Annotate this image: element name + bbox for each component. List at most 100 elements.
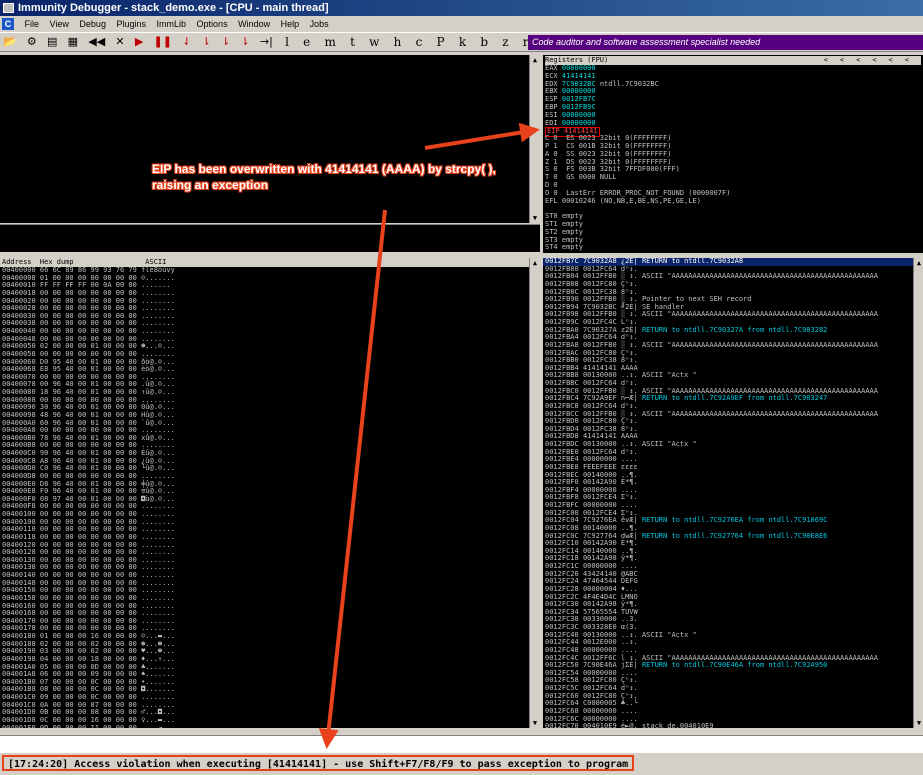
stack-cmt: stack_de.004010E9 <box>641 722 714 728</box>
stack-cmt: RETURN to ntdll.7C90E46A from ntdll.7C92… <box>641 661 828 670</box>
menu-file[interactable]: File <box>21 16 44 32</box>
menu-window[interactable]: Window <box>234 16 274 32</box>
stack-cmt: ASCII "Actx " <box>641 440 697 448</box>
toolbar-m[interactable]: m <box>319 33 340 51</box>
registers-header: Registers (FPU) <<<<<< <box>545 56 921 65</box>
menu-help[interactable]: Help <box>277 16 304 32</box>
step-into-icon[interactable]: ⇃ <box>179 33 194 51</box>
menu-bar: C File View Debug Plugins ImmLib Options… <box>0 16 923 32</box>
stack-scroll-up-icon[interactable]: ▲ <box>914 258 923 268</box>
execute-till-return-icon[interactable]: →| <box>257 33 276 51</box>
register-name: EBP <box>545 102 558 111</box>
stack-rows: 0012FB7C 7C9032A8 ¿2É| RETURN to ntdll.7… <box>543 258 923 728</box>
ad-banner[interactable]: Code auditor and software assessment spe… <box>528 35 923 50</box>
disassembly-pane[interactable] <box>0 55 540 223</box>
register-value[interactable]: 00000000 <box>562 64 596 72</box>
disassembly-scrollbar[interactable]: ▲ ▼ <box>529 55 540 223</box>
register-value[interactable]: 00000000 <box>562 119 596 127</box>
flag-row[interactable]: ST4 empty <box>545 244 921 252</box>
menu-jobs[interactable]: Jobs <box>306 16 333 32</box>
toolbar-t[interactable]: t <box>345 33 360 51</box>
toolbar-w[interactable]: w <box>364 33 384 51</box>
flag-row[interactable]: ST0 empty <box>545 212 921 221</box>
scroll-up-icon[interactable]: ▲ <box>530 55 540 65</box>
flag-row[interactable]: ST3 empty <box>545 236 921 245</box>
trace-over-icon[interactable]: ⇂ <box>238 33 253 51</box>
run-icon[interactable]: ▶ <box>132 33 146 51</box>
flag-row[interactable] <box>545 205 921 213</box>
close-process-icon[interactable]: ✕ <box>112 33 127 51</box>
register-row[interactable]: EDX 7C9032BC ntdll.7C9032BC <box>545 79 921 89</box>
toolbar-p[interactable]: P <box>432 33 450 51</box>
status-bar: [17:24:20] Access violation when executi… <box>0 753 923 775</box>
dump-row[interactable]: 004001E0 0D 00 00 00 11 00 00 00 ....◄..… <box>0 724 540 728</box>
registers-pane[interactable]: Registers (FPU) <<<<<< EAX 00000000 ECX 4… <box>543 55 923 253</box>
scroll-down-icon[interactable]: ▼ <box>530 213 540 223</box>
register-row[interactable]: EAX 00000000 <box>545 64 921 73</box>
register-row[interactable]: EDI 00000000 <box>545 119 921 128</box>
flag-row[interactable]: T 0 GS 0000 NULL <box>545 173 921 182</box>
stack-cmt: ASCII "AAAAAAAAAAAAAAAAAAAAAAAAAAAAAAAAA… <box>641 340 878 349</box>
stack-asc: é►@. <box>620 722 638 728</box>
pause-icon[interactable]: ❚❚ <box>151 33 175 51</box>
flag-row[interactable]: EFL 00010246 (NO,NB,E,BE,NS,PE,GE,LE) <box>545 197 921 206</box>
stack-scroll-down-icon[interactable]: ▼ <box>914 718 923 728</box>
script-icon[interactable]: ⚙ <box>24 33 40 51</box>
stack-cmt: ASCII "AAAAAAAAAAAAAAAAAAAAAAAAAAAAAAAAA… <box>641 310 878 319</box>
stack-scrollbar[interactable]: ▲ ▼ <box>913 258 923 728</box>
menu-view[interactable]: View <box>46 16 73 32</box>
command-line-input[interactable] <box>0 735 923 753</box>
register-name: EDX <box>545 79 558 88</box>
dump-rows: 00400000 66 6C 89 86 99 93 76 79 flë8öùv… <box>0 266 540 728</box>
step-over-icon[interactable]: ⇂ <box>199 33 214 51</box>
register-row[interactable]: ESI 00000000 <box>545 111 921 120</box>
toolbar-k[interactable]: k <box>454 33 471 51</box>
registers-header-label: Registers (FPU) <box>545 56 609 64</box>
stack-pane[interactable]: 0012FB7C 7C9032A8 ¿2É| RETURN to ntdll.7… <box>543 258 923 728</box>
stack-cmt: ASCII "Actx " <box>641 371 697 380</box>
menu-debug[interactable]: Debug <box>75 16 110 32</box>
cpu-window-icon[interactable]: C <box>2 18 14 30</box>
menu-plugins[interactable]: Plugins <box>112 16 150 32</box>
register-value[interactable]: 0012FB9C <box>562 103 596 111</box>
trace-into-icon[interactable]: ⇂ <box>218 33 233 51</box>
toolbar-h[interactable]: h <box>389 33 407 51</box>
flag-row[interactable]: ST2 empty <box>545 228 921 237</box>
hex-dump-pane[interactable]: Address Hex dump ASCII 00400000 66 6C 89… <box>0 258 540 728</box>
title-bar: Immunity Debugger - stack_demo.exe - [CP… <box>0 0 923 16</box>
register-value[interactable]: 00000000 <box>562 111 596 119</box>
dump-scrollbar[interactable]: ▲ ▼ <box>529 258 540 728</box>
dump-scroll-up-icon[interactable]: ▲ <box>530 258 540 268</box>
register-row[interactable]: EBX 00000000 <box>545 87 921 96</box>
register-list: EAX 00000000 ECX 41414141 EDX 7C9032BC n… <box>545 64 921 128</box>
register-value[interactable]: 00000000 <box>562 87 596 95</box>
stack-row[interactable]: 0012FC70 004010E9 é►@. stack_de.004010E9 <box>543 722 923 728</box>
toolbar-b[interactable]: b <box>475 33 493 51</box>
info-pane[interactable] <box>0 224 540 252</box>
register-row[interactable]: ESP 0012FB7C <box>545 95 921 104</box>
toolbar-z[interactable]: z <box>497 33 513 51</box>
grid-icon[interactable]: ▦ <box>65 33 81 51</box>
register-value[interactable]: 7C9032BC <box>562 80 596 88</box>
stack-cmt: ASCII "Actx " <box>641 630 697 639</box>
window-title: Immunity Debugger - stack_demo.exe - [CP… <box>18 2 329 14</box>
register-value[interactable]: 41414141 <box>562 72 596 80</box>
flag-row[interactable]: ST1 empty <box>545 220 921 229</box>
open-folder-icon[interactable]: 📂 <box>0 33 20 51</box>
toolbar-c[interactable]: c <box>411 33 428 51</box>
flags-list: C 0 ES 0023 32bit 0(FFFFFFFF) P 1 CS 001B… <box>545 134 921 252</box>
stack-cmt: RETURN to ntdll.7C90327A from ntdll.7C90… <box>641 325 828 334</box>
registers-header-arrows[interactable]: <<<<<< <box>824 56 921 65</box>
stack-val: 004010E9 <box>582 722 617 728</box>
register-comment: ntdll.7C9032BC <box>599 79 659 88</box>
menu-immlib[interactable]: ImmLib <box>153 16 191 32</box>
window-icon[interactable]: ▤ <box>44 33 60 51</box>
rewind-icon[interactable]: ◀◀ <box>85 33 108 51</box>
register-value[interactable]: 0012FB7C <box>562 95 596 103</box>
register-row[interactable]: EBP 0012FB9C <box>545 102 921 112</box>
status-message: [17:24:20] Access violation when executi… <box>2 755 635 771</box>
menu-options[interactable]: Options <box>193 16 232 32</box>
toolbar-e[interactable]: e <box>298 33 315 51</box>
toolbar-l[interactable]: l <box>280 33 294 51</box>
dump-scroll-down-icon[interactable]: ▼ <box>530 718 540 728</box>
